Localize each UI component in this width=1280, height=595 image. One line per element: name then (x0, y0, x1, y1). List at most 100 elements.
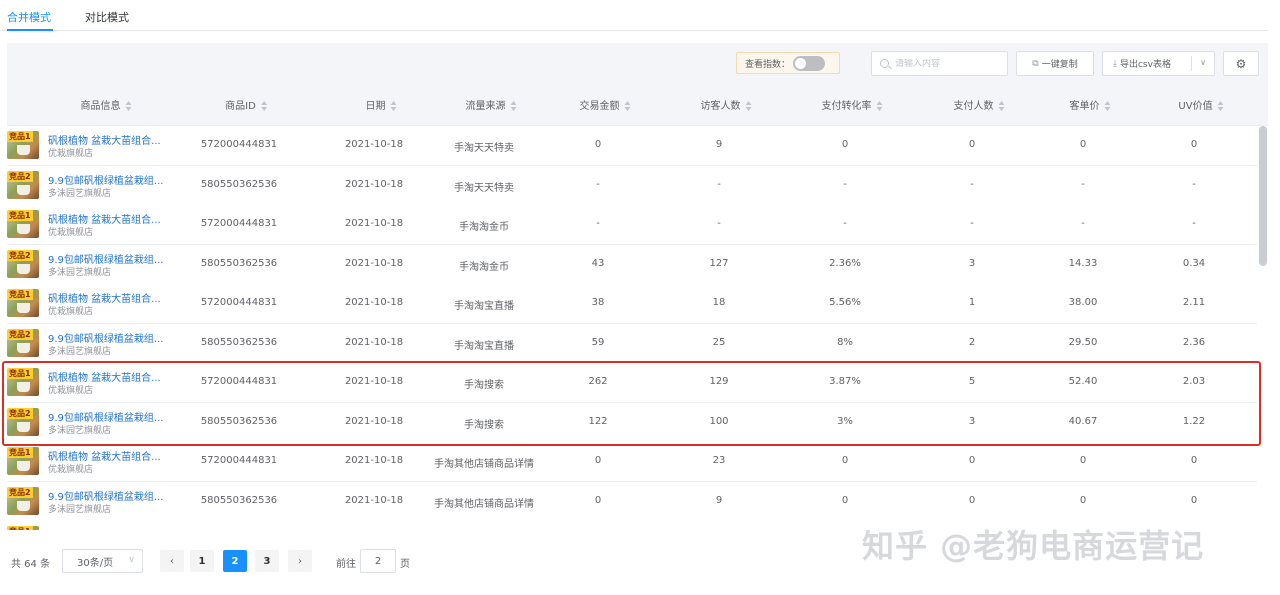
product-thumbnail[interactable]: 竞品1 (7, 289, 39, 317)
cell-pay-conversion: 8% (837, 336, 853, 348)
cell-visitors: 9 (715, 494, 723, 506)
tab-merge-mode[interactable]: 合并模式 (7, 9, 51, 25)
product-thumbnail[interactable]: 竞品1 (7, 368, 39, 396)
switch-knob (795, 57, 807, 69)
product-name-link[interactable]: 9.9包邮矾根绿植盆栽组... (48, 172, 163, 187)
table-row[interactable]: 竞品2 9.9包邮矾根绿植盆栽组... 多沫园艺旗舰店 580550362536 202… (7, 481, 1257, 522)
header-product-id[interactable]: 商品ID (225, 97, 267, 112)
page-button-3[interactable]: 3 (255, 550, 279, 572)
product-name-link[interactable]: 9.9包邮矾根绿植盆栽组... (48, 330, 163, 345)
tab-compare-mode[interactable]: 对比模式 (85, 9, 129, 25)
product-name-link[interactable]: 矾根植物 盆栽大苗组合... (48, 290, 161, 305)
sort-icon[interactable] (260, 101, 267, 111)
search-box[interactable] (871, 51, 1008, 76)
table-row[interactable]: 竞品1 矾根植物 盆栽大苗组合... 优栽旗舰店 572000444831 2021-1… (7, 284, 1257, 324)
product-thumbnail[interactable]: 竞品2 (7, 170, 39, 199)
competitor-badge: 竞品1 (7, 447, 33, 458)
gear-icon: ⚙ (1235, 56, 1247, 71)
table-row[interactable]: 竞品1 矾根植物 盆栽大苗组合... 优栽旗舰店 572000444831 2021-1… (7, 126, 1257, 166)
header-product-info[interactable]: 商品信息 (81, 97, 132, 112)
next-page-button[interactable]: › (288, 550, 312, 572)
product-name-link[interactable]: 矾根植物 盆栽大苗组合... (48, 448, 161, 463)
header-buyers[interactable]: 支付人数 (954, 97, 1005, 112)
product-name-link[interactable]: 矾根植物 盆栽大苗组合... (48, 211, 161, 226)
header-uv-value[interactable]: UV价值 (1178, 97, 1224, 112)
table-row[interactable]: 竞品2 9.9包邮矾根绿植盆栽组... 多沫园艺旗舰店 580550362536 202… (7, 244, 1257, 285)
sort-icon[interactable] (510, 101, 517, 111)
cell-buyers: 1 (968, 297, 976, 308)
product-name-link[interactable]: 矾根植物 盆栽大苗组合... (48, 527, 161, 530)
page-size-select[interactable]: 30条/页 ∨ (62, 549, 143, 573)
product-thumbnail[interactable]: 竞品1 (7, 447, 39, 475)
sort-icon[interactable] (998, 101, 1005, 111)
product-name-link[interactable]: 9.9包邮矾根绿植盆栽组... (48, 251, 163, 266)
table-row[interactable]: 竞品2 9.9包邮矾根绿植盆栽组... 多沫园艺旗舰店 580550362536 202… (7, 323, 1257, 364)
sort-icon[interactable] (624, 101, 631, 111)
vertical-scrollbar[interactable] (1259, 126, 1267, 266)
total-count: 共 64 条 (11, 559, 51, 570)
product-thumbnail[interactable]: 竞品2 (7, 407, 39, 436)
sort-icon[interactable] (125, 101, 132, 111)
competitor-badge: 竞品1 (7, 368, 33, 379)
cell-avg-order-value: 0 (1079, 494, 1087, 506)
cell-date: 2021-10-18 (344, 415, 404, 427)
sort-icon[interactable] (745, 101, 752, 111)
header-visitors[interactable]: 访客人数 (701, 97, 752, 112)
prev-page-button[interactable]: ‹ (160, 550, 184, 572)
cell-traffic-source: 手淘天天特卖 (454, 143, 514, 154)
table-row[interactable]: 竞品2 9.9包邮矾根绿植盆栽组... 多沫园艺旗舰店 580550362536 202… (7, 402, 1257, 443)
cell-date: 2021-10-18 (344, 297, 404, 308)
header-transaction-amount[interactable]: 交易金额 (580, 97, 631, 112)
product-name-link[interactable]: 9.9包邮矾根绿植盆栽组... (48, 409, 163, 424)
cell-product-id: 580550362536 (200, 336, 278, 348)
table-row[interactable]: 竞品2 9.9包邮矾根绿植盆栽组... 多沫园艺旗舰店 580550362536 202… (7, 165, 1257, 206)
cell-visitors: - (717, 178, 721, 190)
cell-product-id: 580550362536 (200, 494, 278, 506)
product-thumbnail[interactable]: 竞品2 (7, 249, 39, 278)
product-name-link[interactable]: 矾根植物 盆栽大苗组合... (48, 132, 161, 147)
product-thumbnail[interactable]: 竞品1 (7, 526, 39, 530)
cell-traffic-source: 手淘其他店铺商品详情 (434, 459, 534, 470)
table-row[interactable]: 竞品1 矾根植物 盆栽大苗组合... 优栽旗舰店 572000444831 2021-1… (7, 442, 1257, 482)
header-label: 支付转化率 (821, 101, 872, 112)
chevron-down-icon[interactable]: ∨ (1200, 58, 1206, 67)
table-row[interactable]: 竞品1 矾根植物 盆栽大苗组合... 优栽旗舰店 572000444831 2021-1… (7, 205, 1257, 245)
sort-icon[interactable] (1217, 101, 1224, 111)
search-input[interactable] (895, 58, 1005, 69)
sort-icon[interactable] (876, 101, 883, 111)
table-row[interactable]: 竞品1 矾根植物 盆栽大苗组合... 优栽旗舰店 572000444831 2021-1… (7, 363, 1257, 403)
product-thumbnail[interactable]: 竞品2 (7, 328, 39, 357)
sort-icon[interactable] (390, 101, 397, 111)
cell-traffic-source: 手淘搜索 (464, 419, 504, 431)
page-button-2[interactable]: 2 (223, 550, 247, 572)
goto-page-input[interactable] (360, 549, 396, 573)
cell-traffic-source: 手淘淘宝直播 (454, 301, 514, 312)
product-name-link[interactable]: 矾根植物 盆栽大苗组合... (48, 369, 161, 384)
product-thumbnail[interactable]: 竞品1 (7, 131, 39, 159)
header-avg-order-value[interactable]: 客单价 (1070, 97, 1111, 112)
copy-button-label: 一键复制 (1041, 60, 1078, 70)
sort-icon[interactable] (1104, 101, 1111, 111)
header-date[interactable]: 日期 (366, 97, 397, 112)
index-switch[interactable] (793, 55, 826, 71)
download-icon: ⤓ (1113, 58, 1117, 69)
copy-icon: ⧉ (1032, 58, 1039, 69)
product-thumbnail[interactable]: 竞品2 (7, 486, 39, 515)
shop-name: 多沫园艺旗舰店 (48, 425, 112, 436)
cell-date: 2021-10-18 (344, 455, 404, 466)
copy-button[interactable]: ⧉ 一键复制 (1016, 51, 1094, 76)
product-name-link[interactable]: 9.9包邮矾根绿植盆栽组... (48, 488, 163, 503)
index-toggle[interactable]: 查看指数： (736, 52, 840, 74)
page-button-1[interactable]: 1 (190, 550, 214, 572)
settings-button[interactable]: ⚙ (1223, 51, 1259, 76)
header-traffic-source[interactable]: 流量来源 (466, 97, 517, 112)
export-csv-button[interactable]: ⤓ 导出csv表格 ∨ (1102, 51, 1215, 76)
plant-pot-image (17, 145, 30, 155)
competitor-badge: 竞品1 (7, 210, 33, 221)
cell-uv-value: 1.22 (1182, 415, 1206, 427)
cell-buyers: 3 (968, 257, 976, 269)
header-pay-conversion[interactable]: 支付转化率 (822, 97, 883, 112)
cell-uv-value: 0 (1190, 455, 1198, 466)
product-cell: 竞品2 9.9包邮矾根绿植盆栽组... 多沫园艺旗舰店 (7, 406, 197, 440)
product-thumbnail[interactable]: 竞品1 (7, 210, 39, 238)
